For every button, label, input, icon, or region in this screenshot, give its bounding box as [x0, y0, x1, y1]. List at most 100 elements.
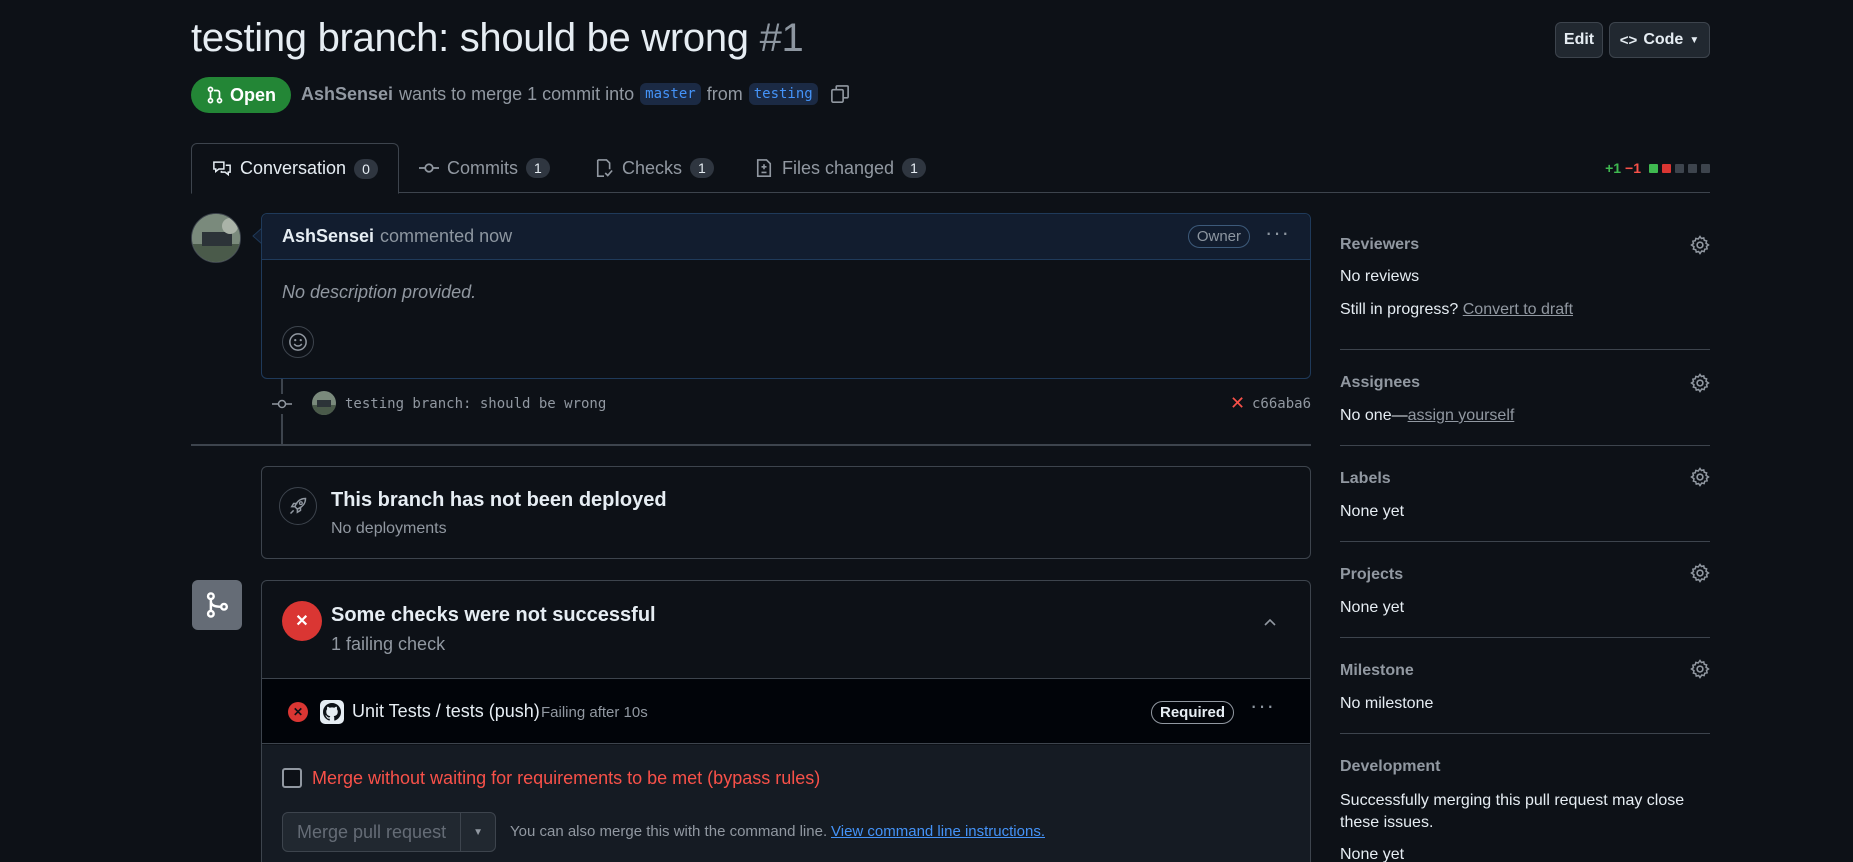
milestone-value: No milestone	[1340, 695, 1434, 712]
assignees-heading: Assignees	[1340, 374, 1421, 391]
chevron-down-icon[interactable]: ▼	[461, 827, 495, 838]
sidebar-divider	[1340, 637, 1710, 638]
kebab-icon[interactable]: ···	[1250, 693, 1275, 719]
owner-badge: Owner	[1187, 225, 1250, 248]
tab-commits[interactable]: Commits 1	[399, 143, 570, 193]
pr-tabs: Conversation 0 Commits 1 Checks 1 Files …	[191, 143, 1710, 194]
diffstat-block	[1662, 163, 1671, 173]
edit-label: Edit	[1563, 31, 1595, 48]
diffstat-block	[1688, 163, 1697, 173]
commit-message[interactable]: testing branch: should be wrong	[345, 396, 606, 412]
tab-label: Checks	[622, 157, 683, 178]
deletions-count: −1	[1625, 160, 1641, 176]
emoji-reaction-button[interactable]	[282, 326, 314, 358]
git-merge-icon	[192, 580, 242, 630]
cli-instructions-link[interactable]: View command line instructions.	[831, 823, 1045, 840]
projects-heading: Projects	[1340, 566, 1404, 583]
check-name[interactable]: Unit Tests / tests (push)	[352, 701, 540, 722]
author-link[interactable]: AshSensei	[301, 84, 393, 105]
check-status: Failing after 10s	[541, 704, 648, 721]
tab-count: 0	[354, 158, 378, 179]
labels-gear-icon[interactable]	[1690, 467, 1710, 487]
from-text: from	[706, 83, 743, 104]
sidebar-divider	[1340, 733, 1710, 734]
comment-body: No description provided.	[282, 282, 477, 302]
pr-title-text: testing branch: should be wrong	[191, 16, 749, 60]
github-icon	[320, 700, 344, 724]
cli-text: You can also merge this with the command…	[510, 823, 828, 840]
pr-number: #1	[759, 16, 804, 60]
development-issues: None yet	[1340, 846, 1405, 862]
convert-to-draft-link[interactable]: Convert to draft	[1463, 301, 1573, 318]
failure-icon: ✕	[282, 601, 322, 641]
milestone-heading: Milestone	[1340, 662, 1414, 679]
chevron-up-icon[interactable]	[1262, 615, 1278, 631]
checks-subtitle: 1 failing check	[331, 634, 446, 654]
comment-author[interactable]: AshSensei	[282, 226, 374, 247]
merge-text: wants to merge 1 commit into	[399, 83, 635, 104]
milestone-gear-icon[interactable]	[1690, 659, 1710, 679]
deploy-subtitle: No deployments	[331, 520, 447, 537]
projects-gear-icon[interactable]	[1690, 563, 1710, 583]
assignees-text: No one—	[1340, 407, 1408, 424]
merge-button-label: Merge pull request	[297, 821, 447, 842]
commit-sha[interactable]: c66aba6	[1252, 396, 1311, 412]
tab-conversation[interactable]: Conversation 0	[191, 143, 399, 194]
smiley-icon	[289, 333, 307, 351]
commit-icon	[271, 394, 293, 414]
commit-avatar[interactable]	[312, 391, 336, 415]
reviewers-gear-icon[interactable]	[1690, 235, 1710, 255]
labels-value: None yet	[1340, 503, 1405, 520]
bypass-label[interactable]: Merge without waiting for requirements t…	[312, 768, 820, 789]
edit-button[interactable]: Edit	[1555, 22, 1603, 58]
status-label: Open	[229, 84, 276, 105]
code-icon: <>	[1619, 31, 1638, 49]
code-button[interactable]: <> Code ▼	[1609, 22, 1710, 58]
copy-icon[interactable]	[830, 84, 850, 104]
tab-files-changed[interactable]: Files changed 1	[734, 143, 946, 193]
comment-box: AshSensei commented now Owner ··· No des…	[261, 213, 1311, 379]
assignees-gear-icon[interactable]	[1690, 373, 1710, 393]
deploy-title: This branch has not been deployed	[331, 489, 667, 511]
diffstat-block	[1675, 163, 1684, 173]
deployment-box	[261, 466, 1311, 559]
pr-meta: AshSensei wants to merge 1 commit into m…	[301, 83, 850, 105]
development-heading: Development	[1340, 758, 1441, 775]
file-diff-icon	[756, 159, 772, 177]
comment-header: AshSensei commented now Owner ···	[262, 214, 1310, 260]
avatar[interactable]	[191, 213, 241, 263]
base-branch[interactable]: master	[640, 83, 701, 105]
sidebar-divider	[1340, 445, 1710, 446]
reviewers-value: No reviews	[1340, 268, 1420, 285]
assignees-value: No one—assign yourself	[1340, 407, 1710, 425]
diffstat-block	[1649, 163, 1658, 173]
tab-count: 1	[526, 158, 550, 178]
tab-checks[interactable]: Checks 1	[574, 143, 734, 193]
diffstat: +1 −1	[1605, 160, 1710, 176]
tab-count: 1	[690, 158, 714, 178]
bypass-checkbox[interactable]	[282, 768, 302, 788]
assign-yourself-link[interactable]: assign yourself	[1408, 407, 1515, 424]
pull-request-icon	[207, 86, 223, 104]
merge-pull-request-button[interactable]: Merge pull request ▼	[282, 812, 496, 852]
additions-count: +1	[1605, 160, 1622, 176]
fail-x-icon[interactable]: ✕	[1230, 393, 1245, 414]
sidebar-divider	[1340, 349, 1710, 350]
pr-title: testing branch: should be wrong #1	[191, 16, 804, 61]
sidebar-divider	[1340, 541, 1710, 542]
draft-prompt: Still in progress? Convert to draft	[1340, 301, 1710, 319]
comment-timestamp[interactable]: commented now	[380, 226, 512, 247]
kebab-icon[interactable]: ···	[1265, 220, 1290, 246]
code-label: Code	[1643, 31, 1684, 48]
chevron-down-icon: ▼	[1689, 34, 1700, 46]
tab-count: 1	[902, 158, 926, 178]
head-branch[interactable]: testing	[748, 83, 818, 105]
required-badge: Required	[1151, 701, 1235, 724]
draft-text: Still in progress?	[1340, 301, 1459, 318]
checks-title: Some checks were not successful	[331, 604, 656, 626]
rocket-icon	[279, 487, 317, 525]
check-row: ✕ Unit Tests / tests (push) Failing afte…	[262, 678, 1310, 744]
projects-value: None yet	[1340, 599, 1405, 616]
tab-label: Conversation	[240, 158, 347, 178]
check-fail-icon: ✕	[288, 702, 308, 722]
